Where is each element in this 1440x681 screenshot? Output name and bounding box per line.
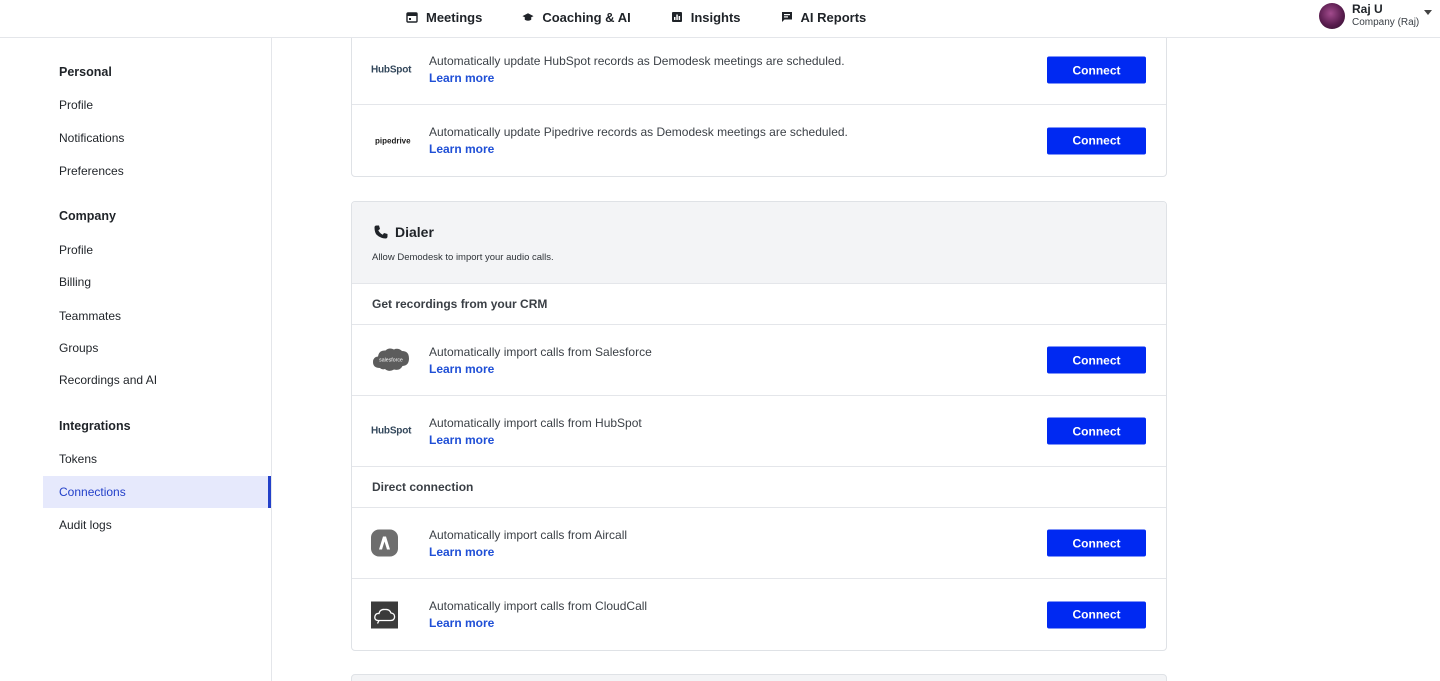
nav-items: Meetings Coaching & AI Insights AI Repor…: [406, 0, 906, 34]
dialer-row-cloudcall: Automatically import calls from CloudCal…: [352, 579, 1166, 650]
connect-button[interactable]: Connect: [1047, 127, 1146, 154]
hubspot-logo: HubSpot: [371, 64, 412, 76]
avatar[interactable]: [1319, 3, 1345, 29]
section-direct-connection: Direct connection: [352, 467, 1166, 508]
user-text: Raj U Company (Raj): [1352, 2, 1419, 30]
dialer-card: Dialer Allow Demodesk to import your aud…: [351, 201, 1167, 651]
sidebar-item-preferences[interactable]: Preferences: [43, 155, 271, 187]
pipedrive-logo: pipedrive: [375, 136, 411, 145]
dialer-row-description: Automatically import calls from Salesfor…: [429, 345, 652, 359]
calendar-icon: [406, 11, 418, 23]
nav-meetings[interactable]: Meetings: [406, 10, 482, 25]
dialer-row-hubspot: HubSpot Automatically import calls from …: [352, 396, 1166, 467]
crm-row-description: Automatically update Pipedrive records a…: [429, 125, 848, 139]
nav-coaching[interactable]: Coaching & AI: [522, 9, 631, 25]
crm-integrations-card: HubSpot Automatically update HubSpot rec…: [351, 38, 1167, 177]
sidebar-item-teammates[interactable]: Teammates: [43, 300, 271, 332]
connect-button[interactable]: Connect: [1047, 346, 1146, 374]
sidebar-heading-company: Company: [59, 209, 116, 223]
sidebar-item-tokens[interactable]: Tokens: [43, 443, 271, 475]
section-get-recordings-from-crm: Get recordings from your CRM: [352, 284, 1166, 325]
svg-text:salesforce: salesforce: [379, 358, 403, 364]
nav-insights-label: Insights: [690, 9, 741, 25]
dialer-row-aircall: Automatically import calls from Aircall …: [352, 508, 1166, 579]
main-content: HubSpot Automatically update HubSpot rec…: [272, 38, 1440, 681]
chart-icon: [671, 11, 683, 23]
hubspot-logo: HubSpot: [371, 425, 412, 437]
section-heading: Direct connection: [372, 480, 474, 494]
learn-more-link[interactable]: Learn more: [429, 71, 494, 85]
crm-row-pipedrive: pipedrive Automatically update Pipedrive…: [352, 105, 1166, 176]
salesforce-logo: salesforce: [371, 346, 411, 374]
user-name: Raj U: [1352, 2, 1383, 16]
dialer-header: Dialer Allow Demodesk to import your aud…: [352, 202, 1166, 284]
graduation-cap-icon: [522, 11, 534, 23]
sidebar-item-recordings-and-ai[interactable]: Recordings and AI: [43, 364, 271, 396]
top-navigation: Meetings Coaching & AI Insights AI Repor…: [0, 0, 1440, 38]
cloudcall-icon: [371, 601, 411, 628]
phone-icon: [373, 224, 389, 240]
dialer-title-text: Dialer: [395, 224, 434, 240]
section-heading: Get recordings from your CRM: [372, 297, 548, 311]
connect-button[interactable]: Connect: [1047, 529, 1146, 557]
sidebar-item-groups[interactable]: Groups: [43, 332, 271, 364]
sidebar-item-billing[interactable]: Billing: [43, 266, 271, 298]
dialer-row-description: Automatically import calls from Aircall: [429, 528, 628, 542]
sidebar-item-connections[interactable]: Connections: [43, 476, 271, 508]
chat-report-icon: [781, 11, 793, 23]
sidebar-item-audit-logs[interactable]: Audit logs: [43, 509, 271, 541]
dialer-subtitle: Allow Demodesk to import your audio call…: [372, 252, 554, 263]
dialer-row-description: Automatically import calls from HubSpot: [429, 416, 642, 430]
sidebar-item-personal-profile[interactable]: Profile: [43, 89, 271, 121]
nav-ai-reports[interactable]: AI Reports: [781, 9, 867, 25]
sidebar-item-notifications[interactable]: Notifications: [43, 122, 271, 154]
nav-ai-reports-label: AI Reports: [800, 9, 867, 25]
nav-coaching-label: Coaching & AI: [542, 9, 631, 25]
learn-more-link[interactable]: Learn more: [429, 433, 494, 447]
learn-more-link[interactable]: Learn more: [429, 545, 494, 559]
nav-insights[interactable]: Insights: [671, 10, 741, 25]
settings-sidebar: Personal Profile Notifications Preferenc…: [0, 38, 272, 681]
crm-row-hubspot: HubSpot Automatically update HubSpot rec…: [352, 38, 1166, 105]
nav-meetings-label: Meetings: [426, 9, 483, 25]
dialer-row-salesforce: salesforce Automatically import calls fr…: [352, 325, 1166, 396]
next-integration-card: [351, 674, 1167, 681]
user-menu[interactable]: Raj U Company (Raj): [1319, 2, 1432, 30]
chevron-down-icon[interactable]: [1424, 10, 1432, 15]
aircall-icon: [371, 529, 411, 557]
learn-more-link[interactable]: Learn more: [429, 362, 494, 376]
dialer-title: Dialer: [373, 224, 434, 240]
sidebar-item-company-profile[interactable]: Profile: [43, 234, 271, 266]
sidebar-heading-integrations: Integrations: [59, 419, 131, 433]
sidebar-heading-personal: Personal: [59, 65, 112, 79]
learn-more-link[interactable]: Learn more: [429, 142, 494, 156]
connect-button[interactable]: Connect: [1047, 417, 1146, 445]
dialer-row-description: Automatically import calls from CloudCal…: [429, 599, 648, 613]
learn-more-link[interactable]: Learn more: [429, 616, 494, 630]
user-company: Company (Raj): [1352, 17, 1420, 28]
connect-button[interactable]: Connect: [1047, 56, 1146, 84]
crm-row-description: Automatically update HubSpot records as …: [429, 54, 845, 68]
connect-button[interactable]: Connect: [1047, 601, 1146, 628]
